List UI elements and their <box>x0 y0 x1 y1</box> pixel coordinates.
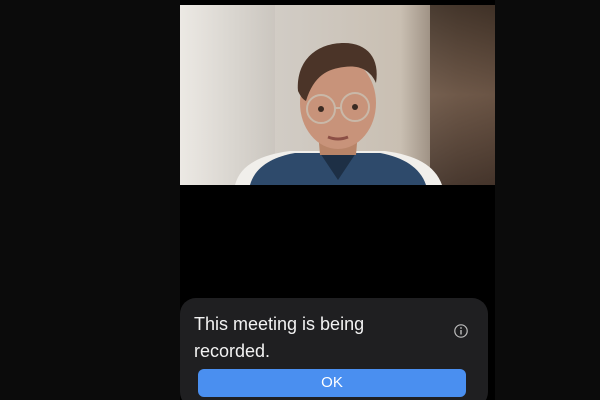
left-letterbox <box>0 0 180 400</box>
participant-image <box>235 43 442 185</box>
meeting-screen: This meeting is being recorded. OK <box>0 0 600 400</box>
recording-notice-dialog: This meeting is being recorded. OK <box>180 298 488 400</box>
ok-button[interactable]: OK <box>198 369 466 397</box>
right-letterbox <box>495 0 600 400</box>
recording-notice-message: This meeting is being recorded. <box>194 314 365 361</box>
info-icon[interactable] <box>454 324 468 338</box>
participant-video-tile[interactable] <box>180 5 495 185</box>
